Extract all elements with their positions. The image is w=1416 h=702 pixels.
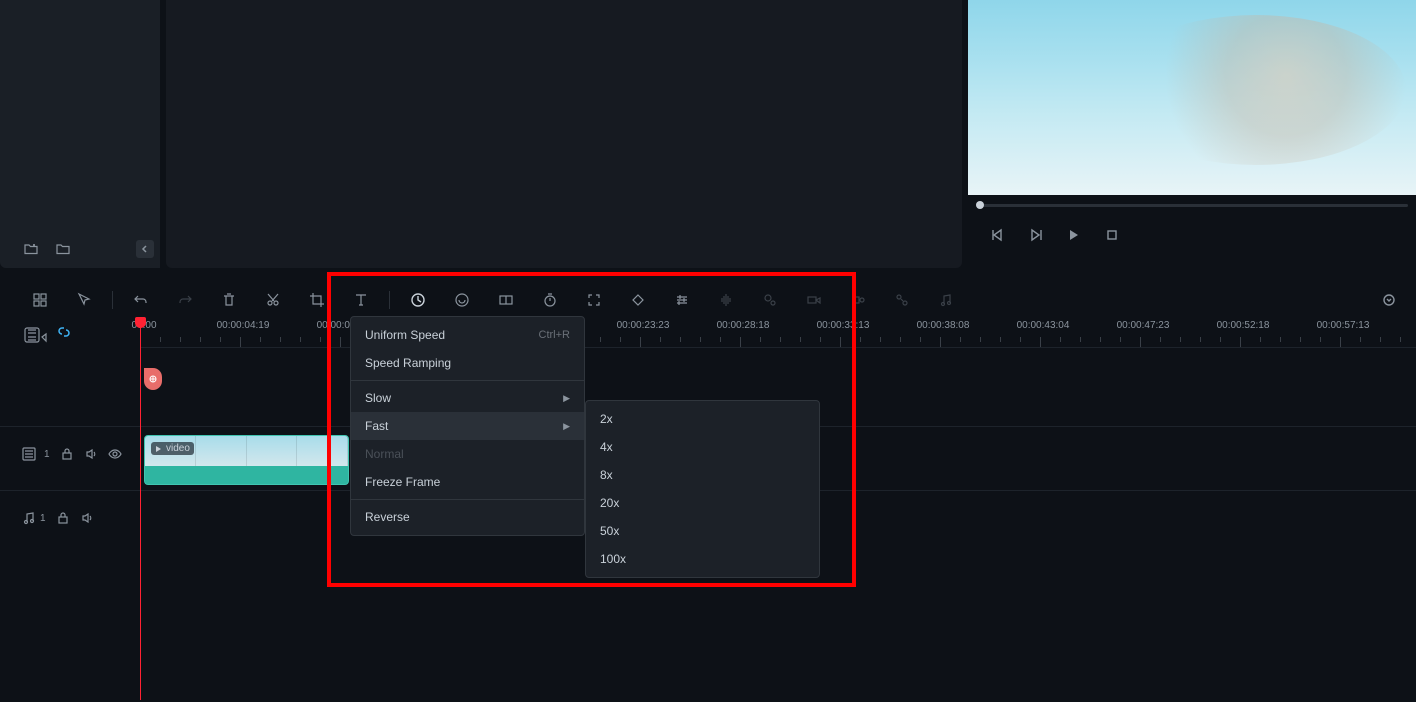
- cursor-tool-button[interactable]: [72, 288, 96, 312]
- expand-toolbar-button[interactable]: [1382, 293, 1396, 307]
- mute-track-button[interactable]: [80, 511, 94, 525]
- ruler-mark: 00:00:57:13: [1317, 320, 1370, 331]
- open-folder-icon[interactable]: [54, 240, 72, 258]
- swap-button[interactable]: [890, 288, 914, 312]
- toolbar-divider: [389, 291, 390, 309]
- chevron-right-icon: ▶: [563, 393, 570, 404]
- preview-video[interactable]: [968, 0, 1416, 195]
- aspect-button[interactable]: [494, 288, 518, 312]
- video-clip[interactable]: video: [144, 435, 349, 485]
- timeline-media-icon[interactable]: [24, 327, 50, 343]
- keyframe-button[interactable]: [626, 288, 650, 312]
- submenu-4x[interactable]: 4x: [586, 433, 819, 461]
- delete-button[interactable]: [217, 288, 241, 312]
- timeline-toolbar: [0, 280, 1416, 320]
- submenu-8x[interactable]: 8x: [586, 461, 819, 489]
- submenu-50x[interactable]: 50x: [586, 517, 819, 545]
- track-number: 1: [40, 513, 46, 524]
- record-vo-button[interactable]: [846, 288, 870, 312]
- lock-track-button[interactable]: [60, 447, 74, 461]
- grid-view-button[interactable]: [28, 288, 52, 312]
- ruler-mark: 00:00:28:18: [717, 320, 770, 331]
- clip-label: video: [166, 443, 190, 454]
- text-button[interactable]: [349, 288, 373, 312]
- menu-normal: Normal: [351, 440, 584, 468]
- preview-panel: [968, 0, 1416, 268]
- ruler-mark: 00:00:43:04: [1017, 320, 1070, 331]
- timer-button[interactable]: [538, 288, 562, 312]
- media-library-sidebar: [0, 0, 160, 268]
- ruler-mark: 00:00:47:23: [1117, 320, 1170, 331]
- scrubber-thumb[interactable]: [976, 201, 984, 209]
- submenu-2x[interactable]: 2x: [586, 405, 819, 433]
- submenu-20x[interactable]: 20x: [586, 489, 819, 517]
- audio-track-icon[interactable]: [22, 511, 36, 525]
- play-indicator-icon: [155, 445, 163, 453]
- preview-scrubber[interactable]: [968, 195, 1416, 215]
- color-button[interactable]: [450, 288, 474, 312]
- audio-mixer-button[interactable]: [714, 288, 738, 312]
- submenu-100x[interactable]: 100x: [586, 545, 819, 573]
- menu-divider: [351, 380, 584, 381]
- track-number: 1: [44, 449, 50, 460]
- ruler-mark: 00:00:38:08: [917, 320, 970, 331]
- menu-speed-ramping[interactable]: Speed Ramping: [351, 349, 584, 377]
- play-step-button[interactable]: [1026, 225, 1046, 245]
- effect-marker[interactable]: [144, 368, 162, 390]
- menu-slow[interactable]: Slow ▶: [351, 384, 584, 412]
- ruler-mark: 00:00:04:19: [217, 320, 270, 331]
- chevron-right-icon: ▶: [563, 421, 570, 432]
- play-button[interactable]: [1064, 225, 1084, 245]
- ruler-mark: 00:00:52:18: [1217, 320, 1270, 331]
- timeline-ruler[interactable]: 00:00 00:00:04:19 00:00:09:00 00:00:23:2…: [140, 320, 1416, 348]
- ruler-mark: 00:00:23:23: [617, 320, 670, 331]
- speed-context-menu: Uniform Speed Ctrl+R Speed Ramping Slow …: [350, 316, 585, 536]
- menu-fast[interactable]: Fast ▶: [351, 412, 584, 440]
- stop-button[interactable]: [1102, 225, 1122, 245]
- toolbar-divider: [112, 291, 113, 309]
- fast-submenu: 2x 4x 8x 20x 50x 100x: [585, 400, 820, 578]
- menu-reverse[interactable]: Reverse: [351, 503, 584, 531]
- media-panel: [166, 0, 962, 268]
- new-folder-icon[interactable]: [22, 240, 40, 258]
- playhead[interactable]: [140, 320, 141, 700]
- menu-uniform-speed[interactable]: Uniform Speed Ctrl+R: [351, 321, 584, 349]
- undo-button[interactable]: [129, 288, 153, 312]
- collapse-sidebar-button[interactable]: [136, 240, 154, 258]
- auto-link-icon[interactable]: [56, 324, 72, 340]
- menu-divider: [351, 499, 584, 500]
- lock-track-button[interactable]: [56, 511, 70, 525]
- record-button[interactable]: [802, 288, 826, 312]
- adjust-button[interactable]: [670, 288, 694, 312]
- video-track-icon[interactable]: [22, 447, 40, 461]
- menu-freeze-frame[interactable]: Freeze Frame: [351, 468, 584, 496]
- ruler-mark: 00:00:33:13: [817, 320, 870, 331]
- visibility-button[interactable]: [108, 447, 122, 461]
- music-button[interactable]: [934, 288, 958, 312]
- fit-button[interactable]: [582, 288, 606, 312]
- speed-button[interactable]: [406, 288, 430, 312]
- crop-button[interactable]: [305, 288, 329, 312]
- shortcut-label: Ctrl+R: [539, 329, 570, 341]
- redo-button[interactable]: [173, 288, 197, 312]
- step-back-button[interactable]: [988, 225, 1008, 245]
- effect-button[interactable]: [758, 288, 782, 312]
- cut-button[interactable]: [261, 288, 285, 312]
- mute-track-button[interactable]: [84, 447, 98, 461]
